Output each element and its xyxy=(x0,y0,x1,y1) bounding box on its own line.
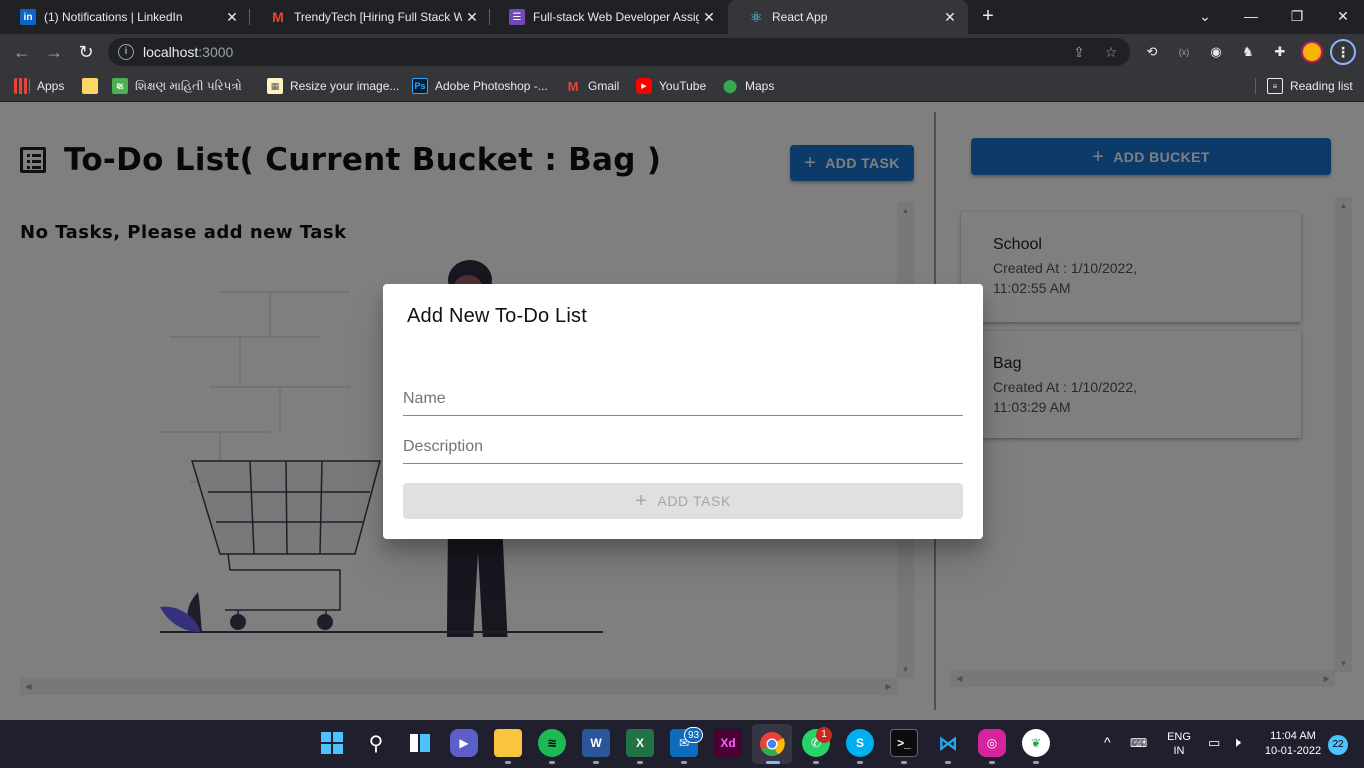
dialog-title: Add New To-Do List xyxy=(407,305,587,327)
dialog-add-task-button[interactable]: + ADD TASK xyxy=(403,483,963,519)
tab-search-chevron-icon[interactable]: ⌄ xyxy=(1182,0,1228,34)
name-input[interactable] xyxy=(403,382,963,416)
language-indicator[interactable]: ENG IN xyxy=(1162,730,1196,758)
address-bar[interactable]: i localhost:3000 ⇪ ☆ xyxy=(108,38,1130,66)
windows-taskbar: ⚲ ▶ ≋ W X ✉ 93 Xd ✆ 1 S >_ ⋈ ◎ ❦ ^ ⌨ ENG… xyxy=(0,720,1364,768)
tab-trendytech[interactable]: M TrendyTech [Hiring Full Stack Web ✕ xyxy=(250,0,490,34)
vscode-icon[interactable]: ⋈ xyxy=(934,729,962,757)
reading-list[interactable]: ≡ Reading list xyxy=(1267,76,1353,96)
close-icon[interactable]: ✕ xyxy=(222,9,242,26)
youtube-icon: ▶ xyxy=(636,78,652,94)
site-icon: શ xyxy=(112,78,128,94)
tab-title: React App xyxy=(772,10,828,24)
folder-icon xyxy=(82,78,98,94)
page-viewport: To-Do List( Current Bucket : Bag ) + ADD… xyxy=(0,102,1364,720)
word-icon[interactable]: W xyxy=(582,729,610,757)
extensions-puzzle-icon[interactable]: ✚ xyxy=(1270,42,1290,62)
description-input[interactable] xyxy=(403,430,963,464)
notification-count-badge[interactable]: 22 xyxy=(1328,735,1348,755)
spotify-icon[interactable]: ≋ xyxy=(538,729,566,757)
photoshop-icon: Ps xyxy=(412,78,428,94)
chrome-taskbar-icon[interactable] xyxy=(752,724,792,764)
volume-icon[interactable]: 🕨 xyxy=(1232,734,1241,751)
site-icon: ▦ xyxy=(267,78,283,94)
extension-variable-icon[interactable]: (x) xyxy=(1174,42,1194,62)
reading-list-icon: ≡ xyxy=(1267,78,1283,94)
linkedin-icon: in xyxy=(20,9,36,25)
terminal-icon[interactable]: >_ xyxy=(890,729,918,757)
clock[interactable]: 11:04 AM 10-01-2022 xyxy=(1258,729,1328,759)
keyboard-icon[interactable]: ⌨ xyxy=(1130,736,1147,750)
tab-react-app[interactable]: ⚛ React App ✕ xyxy=(728,0,968,34)
maps-icon: ⬤ xyxy=(722,78,738,93)
window-close-icon[interactable]: ✕ xyxy=(1320,0,1364,34)
extension-sync-icon[interactable]: ⟲ xyxy=(1142,42,1162,62)
tray-chevron-icon[interactable]: ^ xyxy=(1104,734,1111,750)
share-icon[interactable]: ⇪ xyxy=(1070,43,1088,61)
bookmark-resize[interactable]: ▦ Resize your image... xyxy=(267,76,399,96)
new-tab-button[interactable]: + xyxy=(976,4,1000,28)
bookmark-youtube[interactable]: ▶ YouTube xyxy=(636,76,706,96)
bookmark-photoshop[interactable]: Ps Adobe Photoshop -... xyxy=(412,76,548,96)
back-arrow-icon[interactable]: ← xyxy=(10,40,34,64)
plus-icon: + xyxy=(635,490,648,512)
close-icon[interactable]: ✕ xyxy=(940,9,960,26)
file-explorer-icon[interactable] xyxy=(494,729,522,757)
site-info-icon[interactable]: i xyxy=(118,44,134,60)
browser-tab-strip: in (1) Notifications | LinkedIn ✕ M Tren… xyxy=(0,0,1364,34)
task-view-icon[interactable] xyxy=(406,729,434,757)
mail-badge: 93 xyxy=(684,727,704,743)
gmail-icon: M xyxy=(272,9,284,25)
close-icon[interactable]: ✕ xyxy=(462,9,482,26)
tab-title: Full-stack Web Developer Assignm xyxy=(533,10,699,24)
bookmark-folder[interactable] xyxy=(82,76,105,96)
add-todo-dialog: Add New To-Do List + ADD TASK xyxy=(383,284,983,539)
instagram-icon[interactable]: ◎ xyxy=(978,729,1006,757)
mongodb-compass-icon[interactable]: ❦ xyxy=(1022,729,1050,757)
extension-circle-icon[interactable]: ◉ xyxy=(1206,42,1226,62)
tab-title: TrendyTech [Hiring Full Stack Web xyxy=(294,10,462,24)
bookmark-apps[interactable]: Apps xyxy=(14,76,64,96)
bookmark-star-icon[interactable]: ☆ xyxy=(1102,43,1120,61)
skype-icon[interactable]: S xyxy=(846,729,874,757)
reload-icon[interactable]: ↻ xyxy=(74,40,98,64)
search-icon[interactable]: ⚲ xyxy=(362,729,390,757)
minimize-icon[interactable]: — xyxy=(1228,0,1274,34)
bookmark-gmail[interactable]: M Gmail xyxy=(565,76,620,96)
close-icon[interactable]: ✕ xyxy=(699,9,719,26)
address-url[interactable]: localhost:3000 xyxy=(143,44,233,60)
apps-grid-icon xyxy=(14,78,30,94)
gmail-icon: M xyxy=(567,78,579,94)
bookmark-shikshan[interactable]: શ શિક્ષણ માહિતી પરિપત્રો xyxy=(112,76,242,96)
excel-icon[interactable]: X xyxy=(626,729,654,757)
tab-linkedin[interactable]: in (1) Notifications | LinkedIn ✕ xyxy=(0,0,250,34)
restore-icon[interactable]: ❐ xyxy=(1274,0,1320,34)
adobe-xd-icon[interactable]: Xd xyxy=(714,729,742,757)
whatsapp-badge: 1 xyxy=(816,727,832,743)
browser-toolbar: ← → ↻ i localhost:3000 ⇪ ☆ ⟲ (x) ◉ ♞ ✚ ⋮ xyxy=(0,34,1364,70)
profile-avatar[interactable] xyxy=(1301,41,1323,63)
bookmarks-bar: Apps શ શિક્ષણ માહિતી પરિપત્રો ▦ Resize y… xyxy=(0,70,1364,102)
bookmark-maps[interactable]: ⬤ Maps xyxy=(722,76,775,96)
network-icon[interactable]: ▭ xyxy=(1208,735,1220,751)
forward-arrow-icon[interactable]: → xyxy=(42,40,66,64)
react-icon: ⚛ xyxy=(749,8,763,25)
teams-chat-icon[interactable]: ▶ xyxy=(450,729,478,757)
tab-assignment[interactable]: ☰ Full-stack Web Developer Assignm ✕ xyxy=(489,0,727,34)
windows-start-icon[interactable] xyxy=(318,729,346,757)
chrome-menu-icon[interactable]: ⋮ xyxy=(1330,39,1356,65)
extension-cow-icon[interactable]: ♞ xyxy=(1238,42,1258,62)
forms-icon: ☰ xyxy=(509,9,525,25)
tab-title: (1) Notifications | LinkedIn xyxy=(44,10,183,24)
